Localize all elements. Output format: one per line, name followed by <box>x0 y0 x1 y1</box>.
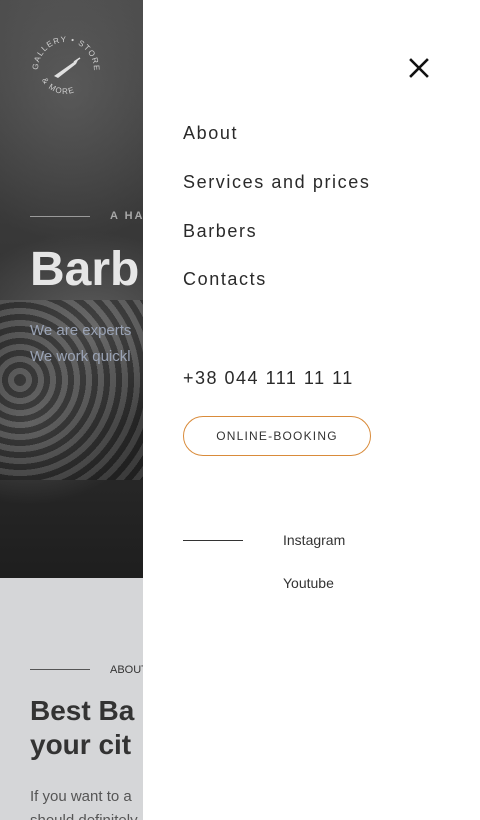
phone-number-link[interactable]: +38 044 111 11 11 <box>183 368 354 389</box>
social-link-youtube[interactable]: Youtube <box>283 575 334 591</box>
logo-text-top: GALLERY • STORE <box>31 36 100 72</box>
about-title-line-1: Best Ba <box>30 695 135 726</box>
hero-kicker-divider <box>30 216 90 217</box>
svg-text:& MORE: & MORE <box>40 76 76 96</box>
about-kicker-divider <box>30 669 90 670</box>
about-title: Best Ba your cit <box>30 694 134 762</box>
menu-item-contacts[interactable]: Contacts <box>183 269 267 290</box>
about-text-line-1: If you want to a <box>30 788 132 805</box>
logo-text-bottom: & MORE <box>40 76 75 96</box>
social-link-instagram[interactable]: Instagram <box>283 532 345 548</box>
hero-description-line-1: We are experts <box>30 322 132 339</box>
about-text-line-2: should definitely <box>30 812 138 820</box>
online-booking-button[interactable]: ONLINE-BOOKING <box>183 416 371 456</box>
menu-item-about[interactable]: About <box>183 123 238 144</box>
menu-item-services-and-prices[interactable]: Services and prices <box>183 172 370 193</box>
brand-logo[interactable]: GALLERY • STORE & MORE <box>28 36 104 100</box>
about-title-line-2: your cit <box>30 729 132 760</box>
hero-kicker: A HA <box>110 210 145 222</box>
razor-icon <box>54 57 81 78</box>
hero-description-line-2: We work quickl <box>30 348 131 365</box>
close-icon <box>409 58 429 78</box>
social-divider <box>183 540 243 541</box>
close-menu-button[interactable] <box>407 56 431 80</box>
menu-item-barbers[interactable]: Barbers <box>183 221 257 242</box>
hero-title: Barb <box>30 243 140 296</box>
svg-text:GALLERY • STORE: GALLERY • STORE <box>31 36 101 72</box>
